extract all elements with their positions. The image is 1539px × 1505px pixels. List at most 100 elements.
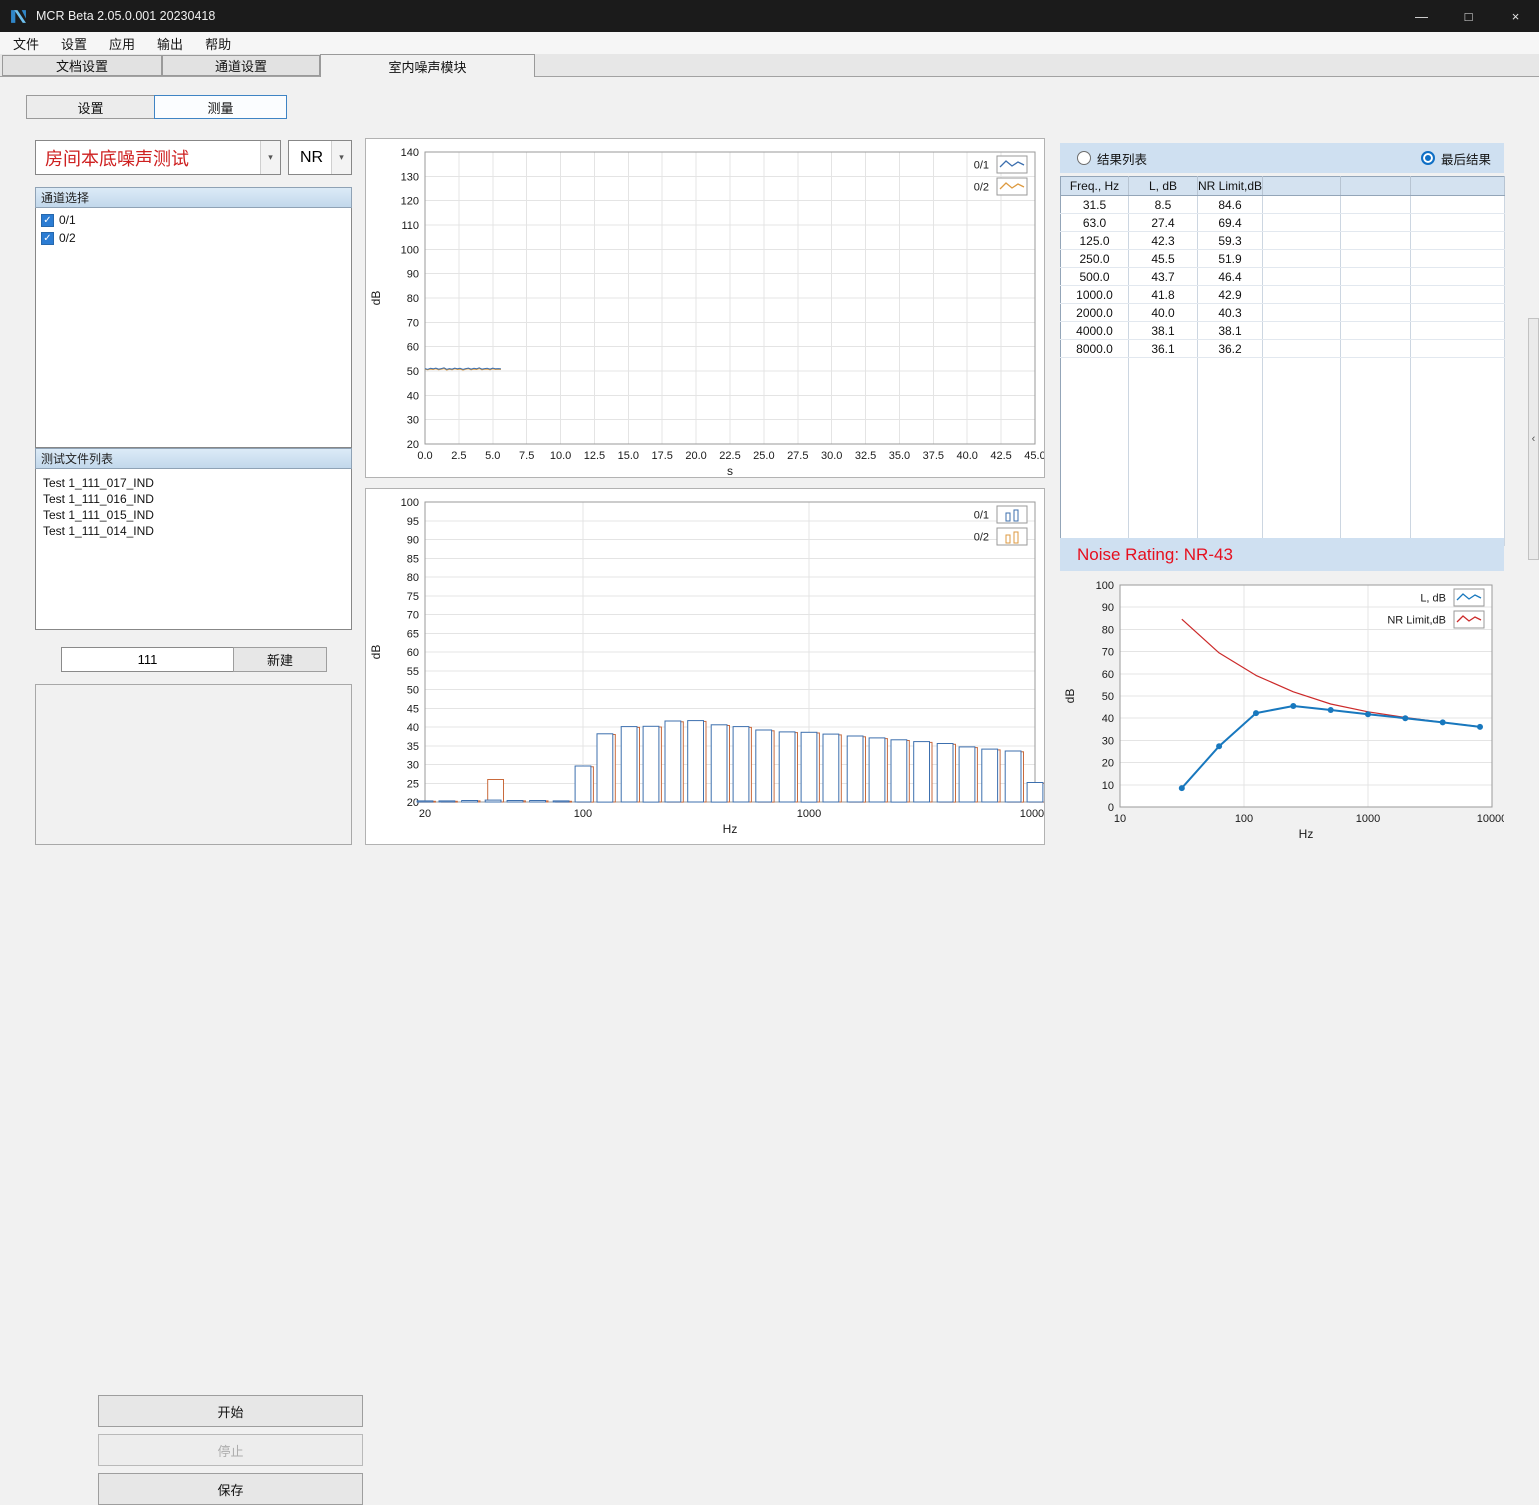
table-row[interactable]: 31.58.584.6	[1061, 196, 1505, 214]
svg-text:12.5: 12.5	[584, 450, 605, 462]
table-row[interactable]: 1000.041.842.9	[1061, 286, 1505, 304]
channel-item-0-2[interactable]: ✓ 0/2	[36, 229, 351, 247]
table-row[interactable]	[1061, 375, 1505, 392]
column-header: L, dB	[1129, 177, 1198, 196]
table-row[interactable]: 8000.036.136.2	[1061, 340, 1505, 358]
svg-text:0/2: 0/2	[974, 182, 989, 194]
table-row[interactable]: 125.042.359.3	[1061, 232, 1505, 250]
noise-rating-value: Noise Rating: NR-43	[1077, 545, 1233, 565]
table-row[interactable]: 250.045.551.9	[1061, 250, 1505, 268]
table-row[interactable]: 2000.040.040.3	[1061, 304, 1505, 322]
column-header: NR Limit,dB	[1198, 177, 1263, 196]
chevron-down-icon[interactable]: ▾	[260, 141, 280, 174]
menu-help[interactable]: 帮助	[194, 32, 242, 54]
test-type-value: 房间本底噪声测试	[36, 141, 260, 174]
table-row[interactable]	[1061, 477, 1505, 494]
channel-item-0-1[interactable]: ✓ 0/1	[36, 211, 351, 229]
svg-text:95: 95	[407, 516, 419, 528]
rating-type-dropdown[interactable]: NR ▾	[288, 140, 352, 175]
svg-text:55: 55	[407, 666, 419, 678]
svg-text:85: 85	[407, 553, 419, 565]
table-row[interactable]	[1061, 426, 1505, 443]
svg-text:45: 45	[407, 703, 419, 715]
maximize-icon[interactable]: □	[1445, 0, 1492, 32]
table-row[interactable]: 4000.038.138.1	[1061, 322, 1505, 340]
table-row[interactable]	[1061, 511, 1505, 528]
subtab-settings[interactable]: 设置	[26, 95, 155, 119]
menu-output[interactable]: 输出	[146, 32, 194, 54]
checkbox-checked-icon[interactable]: ✓	[41, 214, 54, 227]
table-row[interactable]	[1061, 392, 1505, 409]
svg-text:60: 60	[407, 342, 419, 354]
svg-text:30: 30	[407, 415, 419, 427]
spectrum-chart-panel: 2010010001000010095908580757065605550454…	[365, 488, 1045, 845]
svg-text:65: 65	[407, 628, 419, 640]
table-row[interactable]	[1061, 460, 1505, 477]
table-row[interactable]	[1061, 358, 1505, 376]
list-item[interactable]: Test 1_111_017_IND	[36, 475, 351, 491]
start-button[interactable]: 开始	[98, 1395, 363, 1427]
table-row[interactable]: 63.027.469.4	[1061, 214, 1505, 232]
table-row[interactable]	[1061, 443, 1505, 460]
svg-text:35.0: 35.0	[889, 450, 910, 462]
test-file-list-header: 测试文件列表	[35, 448, 352, 469]
stop-button: 停止	[98, 1434, 363, 1466]
svg-text:80: 80	[407, 293, 419, 305]
menu-apply[interactable]: 应用	[98, 32, 146, 54]
tab-channel-settings[interactable]: 通道设置	[162, 55, 320, 76]
minimize-icon[interactable]: —	[1398, 0, 1445, 32]
svg-text:15.0: 15.0	[618, 450, 639, 462]
svg-text:0/1: 0/1	[974, 510, 989, 522]
test-type-dropdown[interactable]: 房间本底噪声测试 ▾	[35, 140, 281, 175]
svg-text:7.5: 7.5	[519, 450, 534, 462]
radio-selected-icon[interactable]	[1421, 151, 1435, 165]
svg-text:100: 100	[401, 244, 419, 256]
svg-text:50: 50	[407, 685, 419, 697]
window-title: MCR Beta 2.05.0.001 20230418	[36, 9, 215, 23]
result-table-head-row: Freq., HzL, dBNR Limit,dB	[1061, 177, 1505, 196]
svg-text:0.0: 0.0	[417, 450, 432, 462]
checkbox-checked-icon[interactable]: ✓	[41, 232, 54, 245]
time-history-chart-panel: 0.02.55.07.510.012.515.017.520.022.525.0…	[365, 138, 1045, 478]
main-tab-strip: 文档设置 通道设置 室内噪声模块	[0, 54, 1539, 77]
tab-document-settings[interactable]: 文档设置	[2, 55, 162, 76]
radio-result-list[interactable]: 结果列表	[1077, 149, 1147, 168]
svg-text:dB: dB	[1063, 689, 1077, 704]
tab-indoor-noise-module[interactable]: 室内噪声模块	[320, 54, 535, 77]
save-button[interactable]: 保存	[98, 1473, 363, 1505]
app-logo-icon	[10, 8, 27, 25]
list-item[interactable]: Test 1_111_015_IND	[36, 507, 351, 523]
svg-text:0: 0	[1108, 802, 1114, 814]
svg-text:140: 140	[401, 147, 419, 159]
svg-text:80: 80	[407, 572, 419, 584]
table-row[interactable]	[1061, 494, 1505, 511]
channel-select-header: 通道选择	[35, 187, 352, 208]
svg-text:40: 40	[407, 722, 419, 734]
new-button[interactable]: 新建	[233, 647, 327, 672]
svg-text:50: 50	[407, 366, 419, 378]
collapse-panel-handle[interactable]: ‹	[1528, 318, 1539, 560]
menu-settings[interactable]: 设置	[50, 32, 98, 54]
svg-text:40.0: 40.0	[957, 450, 978, 462]
svg-text:10000: 10000	[1477, 813, 1504, 825]
close-icon[interactable]: ×	[1492, 0, 1539, 32]
column-header: Freq., Hz	[1061, 177, 1129, 196]
svg-text:50: 50	[1102, 691, 1114, 703]
table-row[interactable]: 500.043.746.4	[1061, 268, 1505, 286]
list-item[interactable]: Test 1_111_014_IND	[36, 523, 351, 539]
radio-last-result[interactable]: 最后结果	[1421, 149, 1491, 168]
column-header	[1263, 177, 1341, 196]
subtab-measure[interactable]: 测量	[154, 95, 287, 119]
list-item[interactable]: Test 1_111_016_IND	[36, 491, 351, 507]
svg-text:L, dB: L, dB	[1420, 593, 1446, 605]
table-row[interactable]	[1061, 409, 1505, 426]
chevron-down-icon[interactable]: ▾	[331, 141, 351, 174]
radio-unselected-icon[interactable]	[1077, 151, 1091, 165]
svg-text:32.5: 32.5	[855, 450, 876, 462]
file-name-input[interactable]	[61, 647, 234, 672]
svg-text:22.5: 22.5	[719, 450, 740, 462]
svg-text:100: 100	[1235, 813, 1253, 825]
rating-type-value: NR	[289, 141, 331, 174]
menu-file[interactable]: 文件	[2, 32, 50, 54]
svg-text:90: 90	[1102, 602, 1114, 614]
